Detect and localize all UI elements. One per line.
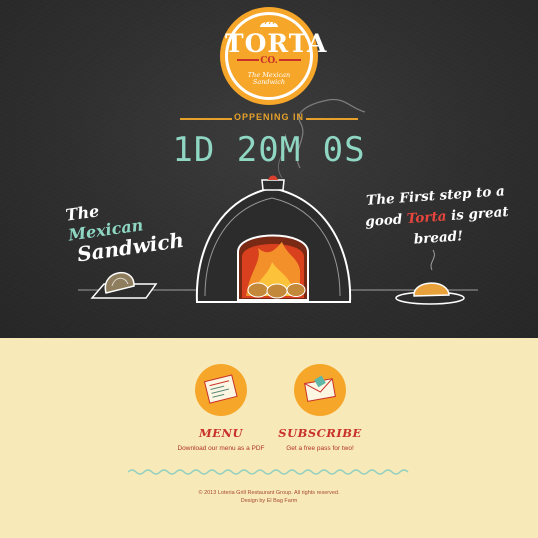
torta-logo[interactable]: TORTA CO. The Mexican Sandwich — [225, 12, 328, 100]
hero-chalkboard: TORTA CO. The Mexican Sandwich OPPENING … — [0, 0, 538, 338]
bread-icon — [260, 20, 278, 27]
bread-on-board — [90, 271, 158, 299]
opening-label-row: OPPENING IN — [180, 112, 358, 126]
page: TORTA CO. The Mexican Sandwich OPPENING … — [0, 0, 538, 538]
brick-oven — [195, 175, 352, 303]
countdown-timer: 1D 20M 0S — [172, 130, 366, 170]
envelope-icon[interactable] — [294, 364, 346, 416]
right-caption-torta: Torta — [406, 208, 447, 228]
menu-document-icon[interactable] — [195, 364, 247, 416]
logo-tagline-line2: Sandwich — [252, 78, 286, 86]
right-caption-good: good — [364, 211, 403, 230]
bottom-section: MENU Download our menu as a PDF SUBSCRIB… — [0, 338, 538, 538]
footer-copyright: © 2013 Loteria Grill Restaurant Group. A… — [198, 490, 340, 496]
logo-title: TORTA — [225, 29, 328, 58]
logo-tagline: The Mexican Sandwich — [225, 72, 313, 86]
logo-co: CO. — [260, 56, 278, 66]
bread-on-plate — [395, 249, 465, 305]
subscribe-subtitle: Get a free pass for two! — [286, 445, 354, 452]
logo-rule-right — [279, 59, 301, 61]
opening-rule-right — [306, 118, 358, 120]
wave-divider — [128, 469, 409, 475]
footer-text: © 2013 Loteria Grill Restaurant Group. A… — [0, 489, 538, 505]
menu-subtitle: Download our menu as a PDF — [177, 445, 265, 452]
menu-feature[interactable]: MENU Download our menu as a PDF — [166, 364, 276, 452]
opening-label: OPPENING IN — [233, 112, 304, 122]
subscribe-feature[interactable]: SUBSCRIBE Get a free pass for two! — [265, 364, 375, 452]
menu-title[interactable]: MENU — [166, 426, 276, 440]
footer-credit[interactable]: Design by El Bag Farm — [241, 498, 298, 504]
subscribe-title[interactable]: SUBSCRIBE — [265, 426, 375, 440]
right-caption: The First step to a good Torta is great … — [360, 181, 514, 254]
